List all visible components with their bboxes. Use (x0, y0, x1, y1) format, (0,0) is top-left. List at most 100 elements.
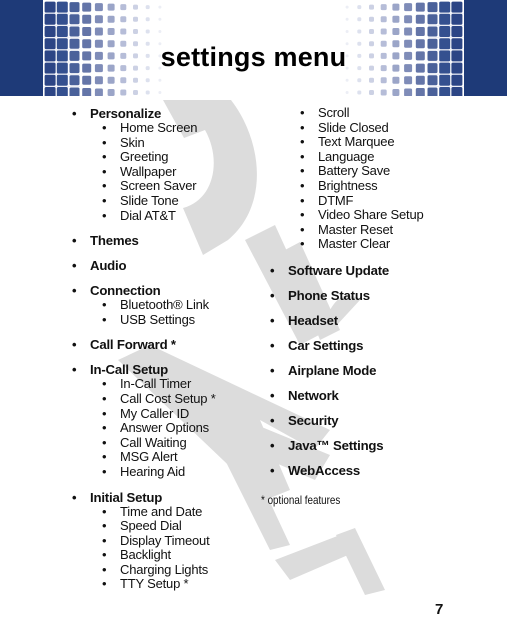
header-grid-square (107, 3, 115, 11)
bullet-icon: • (300, 236, 305, 252)
submenu-item-label: Brightness (318, 177, 378, 193)
submenu-item: • Bluetooth® Link (72, 297, 216, 313)
submenu-item-label: My Caller ID (120, 405, 190, 421)
header-grid-square (415, 14, 425, 24)
header-grid-square (380, 28, 387, 35)
header-grid-square (69, 87, 80, 96)
bullet-icon: • (102, 149, 107, 165)
submenu-item-label: Screen Saver (120, 178, 197, 194)
header-grid-square (44, 87, 56, 96)
header-grid-square (158, 30, 162, 33)
bullet-icon: • (102, 532, 107, 548)
header-grid-square (133, 29, 138, 34)
menu-item-label: Initial Setup (90, 489, 163, 505)
submenu-item: • MSG Alert (72, 450, 216, 465)
header-grid-square (357, 17, 362, 22)
header-grid-square (451, 1, 463, 13)
submenu-item-label: Master Reset (318, 221, 393, 237)
bullet-icon: • (270, 437, 275, 453)
submenu-item: • Skin (72, 134, 216, 151)
submenu-list: • Time and Date • Speed Dial • Display Timeou… (90, 503, 216, 593)
settings-list-right: • Software Update • Phone Status • Headset • Ca… (270, 263, 424, 478)
menu-item: • Call Forward * (72, 337, 216, 352)
menu-item-label: Phone Status (288, 287, 370, 303)
submenu-item-label: Video Share Setup (318, 207, 424, 223)
header-grid-square (69, 75, 80, 86)
header-grid-square (94, 15, 103, 24)
submenu-item: • Master Clear (270, 237, 424, 252)
submenu-item: • Speed Dial (72, 518, 216, 534)
submenu-item-label: Dial AT&T (120, 207, 176, 223)
header-grid-square (392, 15, 400, 23)
header-grid-square (44, 1, 56, 13)
submenu-item-label: Charging Lights (120, 561, 209, 577)
submenu-item: • Video Share Setup (270, 207, 424, 223)
menu-item: • Themes (72, 233, 216, 248)
submenu-item-label: Skin (120, 134, 145, 150)
submenu-item-label: In-Call Timer (120, 376, 192, 392)
right-column: • Scroll • Slide Closed • Text Marquee • Langua… (270, 105, 424, 478)
header-grid-square (133, 90, 138, 95)
header-grid-square (392, 3, 400, 11)
header-grid-square (369, 29, 374, 34)
header-grid-square (357, 5, 362, 10)
bullet-icon: • (300, 134, 305, 150)
left-column: • Personalize • Home Screen • Skin • Greeting • W… (72, 106, 216, 592)
submenu-item: • Call Cost Setup * (72, 391, 216, 407)
bullet-icon: • (102, 449, 107, 465)
submenu-item: • Master Reset (270, 221, 424, 238)
submenu-item: • My Caller ID (72, 405, 216, 422)
header-grid-square (69, 2, 80, 13)
menu-item: • Security (270, 413, 424, 428)
header-grid-square (94, 88, 103, 96)
header-grid-square (439, 26, 451, 37)
header-grid-square (44, 74, 56, 86)
menu-item: • Airplane Mode (270, 363, 424, 378)
submenu-item: • Hearing Aid (72, 463, 216, 480)
menu-item: • Personalize • Home Screen • Skin • Greeting • W… (72, 106, 216, 223)
footnote: * optional features (261, 493, 341, 507)
bullet-icon: • (102, 434, 107, 450)
submenu-item-label: Language (318, 148, 375, 164)
submenu-item-label: Backlight (120, 547, 171, 563)
submenu-item: • Backlight (72, 547, 216, 563)
header-grid-square (120, 77, 127, 84)
submenu-item-label: Time and Date (120, 503, 203, 519)
header-grid-square (56, 74, 68, 86)
submenu-item: • Battery Save (270, 164, 424, 179)
header-grid-square (404, 88, 413, 96)
header-grid-square (415, 75, 425, 85)
bullet-icon: • (102, 192, 107, 208)
header-grid-square (82, 88, 92, 96)
menu-item: • Phone Status (270, 288, 424, 303)
submenu-item-label: MSG Alert (120, 449, 178, 465)
header-grid-square (404, 27, 413, 36)
menu-item-label: Java™ Settings (288, 437, 384, 453)
submenu-list-continued: • Scroll • Slide Closed • Text Marquee • Langua… (270, 105, 424, 252)
menu-item-label: Personalize (90, 106, 162, 121)
bullet-icon: • (72, 283, 77, 299)
bullet-icon: • (72, 258, 77, 274)
submenu-item-label: USB Settings (120, 311, 195, 327)
bullet-icon: • (102, 561, 107, 577)
header-grid-square (107, 28, 115, 35)
submenu-item: • Scroll (270, 105, 424, 121)
header-grid-square (357, 29, 362, 34)
bullet-icon: • (72, 362, 77, 378)
page-number: 7 (435, 601, 444, 618)
header-grid-square (404, 3, 413, 12)
header-grid-square (427, 14, 438, 25)
bullet-icon: • (270, 337, 275, 353)
header-grid-square (120, 4, 127, 11)
header-grid-square (145, 78, 150, 83)
header-grid-square (427, 87, 438, 96)
submenu-list: • Home Screen • Skin • Greeting • Wallpaper • Scr… (90, 120, 216, 223)
bullet-icon: • (300, 105, 305, 120)
submenu-list: • In-Call Timer • Call Cost Setup * • My Call… (90, 377, 216, 479)
submenu-list: • Bluetooth® Link • USB Settings (90, 297, 216, 327)
submenu-item-label: Slide Tone (120, 192, 179, 208)
bullet-icon: • (72, 106, 77, 121)
header-grid-square (357, 78, 362, 83)
header-grid-square (415, 2, 425, 12)
bullet-icon: • (102, 463, 107, 479)
